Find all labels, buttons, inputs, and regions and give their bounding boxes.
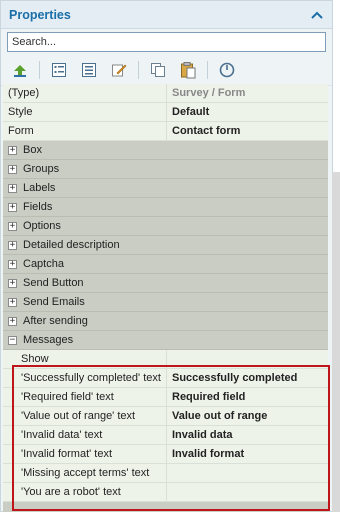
- copy-icon[interactable]: [147, 59, 169, 81]
- property-label: 'Successfully completed' text: [21, 372, 161, 384]
- reset-icon[interactable]: [216, 59, 238, 81]
- toolbar-separator: [39, 60, 40, 79]
- paste-icon[interactable]: [177, 59, 199, 81]
- group-label: Send Button: [23, 277, 84, 289]
- expand-plus-icon[interactable]: +: [8, 145, 17, 155]
- property-label: 'Missing accept terms' text: [21, 467, 150, 479]
- group-label: After sending: [23, 315, 88, 327]
- property-label: 'Invalid format' text: [21, 448, 113, 460]
- group-row-box[interactable]: + Box: [3, 141, 328, 160]
- message-row-value-out-of-range[interactable]: 'Value out of range' text Value out of r…: [3, 407, 328, 426]
- property-grid: (Type) Survey / Form Style Default Form …: [3, 84, 328, 512]
- group-label: Groups: [23, 163, 60, 175]
- property-value: Default: [166, 103, 328, 121]
- group-row-detailed-description[interactable]: + Detailed description: [3, 236, 328, 255]
- expand-plus-icon[interactable]: +: [8, 259, 17, 269]
- group-row-send-button[interactable]: + Send Button: [3, 274, 328, 293]
- property-value: Contact form: [166, 122, 328, 140]
- message-row-required-field[interactable]: 'Required field' text Required field: [3, 388, 328, 407]
- property-value: [166, 464, 328, 482]
- expand-plus-icon[interactable]: +: [8, 316, 17, 326]
- expand-plus-icon[interactable]: +: [8, 278, 17, 288]
- categorized-view-icon[interactable]: [48, 59, 70, 81]
- group-row-fields[interactable]: + Fields: [3, 198, 328, 217]
- property-value: [166, 350, 328, 368]
- group-label: Labels: [23, 182, 56, 194]
- expand-plus-icon[interactable]: +: [8, 221, 17, 231]
- toolbar-separator: [138, 60, 139, 79]
- vertical-scrollbar[interactable]: [332, 172, 340, 512]
- expand-plus-icon[interactable]: +: [8, 183, 17, 193]
- message-row-invalid-format[interactable]: 'Invalid format' text Invalid format: [3, 445, 328, 464]
- group-label: Fields: [23, 201, 53, 213]
- group-label: Captcha: [23, 258, 64, 270]
- panel-header: Properties: [1, 1, 332, 29]
- group-row-after-sending[interactable]: + After sending: [3, 312, 328, 331]
- group-row-messages[interactable]: − Messages: [3, 331, 328, 350]
- group-row-captcha[interactable]: + Captcha: [3, 255, 328, 274]
- message-row-you-are-a-robot[interactable]: 'You are a robot' text: [3, 483, 328, 502]
- property-label: Show: [21, 353, 49, 365]
- property-value: Value out of range: [166, 407, 328, 425]
- property-value: Survey / Form: [166, 84, 328, 102]
- collapse-minus-icon[interactable]: −: [8, 335, 17, 345]
- property-row-style[interactable]: Style Default: [3, 103, 328, 122]
- property-label: Form: [8, 125, 34, 137]
- property-label: 'Required field' text: [21, 391, 114, 403]
- group-row-partial: [3, 502, 328, 512]
- search-container: [1, 29, 332, 54]
- group-label: Send Emails: [23, 296, 85, 308]
- group-label: Options: [23, 220, 61, 232]
- message-row-show[interactable]: Show: [3, 350, 328, 369]
- group-label: Messages: [23, 334, 74, 346]
- message-row-successfully-completed[interactable]: 'Successfully completed' text Successful…: [3, 369, 328, 388]
- property-value: [166, 483, 328, 501]
- expand-plus-icon[interactable]: +: [8, 240, 17, 250]
- group-row-options[interactable]: + Options: [3, 217, 328, 236]
- expand-plus-icon[interactable]: +: [8, 202, 17, 212]
- group-label: Box: [23, 144, 42, 156]
- tree-add-icon[interactable]: [9, 59, 31, 81]
- property-label: 'Value out of range' text: [21, 410, 136, 422]
- property-label: 'Invalid data' text: [21, 429, 103, 441]
- toolbar: [1, 54, 332, 86]
- group-row-groups[interactable]: + Groups: [3, 160, 328, 179]
- message-row-invalid-data[interactable]: 'Invalid data' text Invalid data: [3, 426, 328, 445]
- toolbar-separator: [207, 60, 208, 79]
- expand-plus-icon[interactable]: +: [8, 297, 17, 307]
- list-view-icon[interactable]: [78, 59, 100, 81]
- chevron-up-icon[interactable]: [309, 7, 325, 23]
- panel-title: Properties: [9, 7, 71, 22]
- search-input[interactable]: [7, 32, 326, 52]
- property-value: Required field: [166, 388, 328, 406]
- group-label: Detailed description: [23, 239, 120, 251]
- group-row-labels[interactable]: + Labels: [3, 179, 328, 198]
- property-label: (Type): [8, 87, 40, 99]
- message-row-missing-accept-terms[interactable]: 'Missing accept terms' text: [3, 464, 328, 483]
- edit-icon[interactable]: [108, 59, 130, 81]
- property-value: Successfully completed: [166, 369, 328, 387]
- expand-plus-icon[interactable]: +: [8, 164, 17, 174]
- group-row-send-emails[interactable]: + Send Emails: [3, 293, 328, 312]
- property-row-form[interactable]: Form Contact form: [3, 122, 328, 141]
- property-label: Style: [8, 106, 33, 118]
- property-label: 'You are a robot' text: [21, 486, 121, 498]
- property-value: Invalid data: [166, 426, 328, 444]
- property-value: Invalid format: [166, 445, 328, 463]
- property-row-type[interactable]: (Type) Survey / Form: [3, 84, 328, 103]
